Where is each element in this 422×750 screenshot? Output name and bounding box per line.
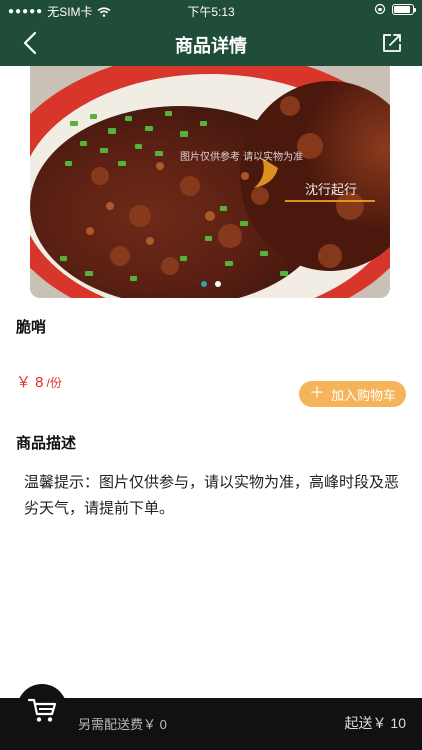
min-order-text: 起送￥ 10: [344, 715, 406, 731]
food-photo: 图片仅供参考 请以实物为准 沈行起行: [30, 66, 390, 298]
product-price: ￥ 8 /份: [16, 371, 62, 392]
status-time: 下午5:13: [187, 5, 235, 19]
price-unit: /份: [46, 376, 62, 390]
battery-fill: [394, 5, 410, 13]
battery-icon: [392, 3, 416, 15]
carousel-indicator[interactable]: [0, 281, 422, 289]
product-name: 脆哨: [16, 319, 47, 336]
description-text: 温馨提示：图片仅供参与，请以实物为准，高峰时段及恶劣天气，请提前下单。: [24, 474, 400, 517]
status-bar: ●●●●● 无SIM卡 下午5:13: [0, 0, 422, 20]
navigation-bar: 商品详情: [0, 20, 422, 66]
page-title: 商品详情: [175, 36, 247, 56]
carousel-dot[interactable]: [201, 281, 207, 287]
delivery-fee-text: 另需配送费￥ 0: [78, 717, 167, 732]
gallery-watermark: 沈行起行: [305, 183, 357, 198]
description-title: 商品描述: [16, 435, 77, 452]
status-right: [374, 3, 416, 15]
add-to-cart-label: 加入购物车: [330, 387, 396, 403]
carousel-dot[interactable]: [215, 281, 221, 287]
add-to-cart-button[interactable]: ＋ 加入购物车: [298, 381, 406, 407]
shopping-cart-icon[interactable]: [26, 694, 58, 726]
price-value: ￥ 8: [16, 374, 44, 391]
orientation-lock-icon: [374, 3, 386, 15]
plus-icon: ＋: [308, 385, 325, 402]
gallery-overlay-text: 图片仅供参考 请以实物为准: [180, 150, 303, 163]
product-image[interactable]: 图片仅供参考 请以实物为准 沈行起行: [30, 66, 390, 298]
share-icon[interactable]: [380, 31, 404, 55]
